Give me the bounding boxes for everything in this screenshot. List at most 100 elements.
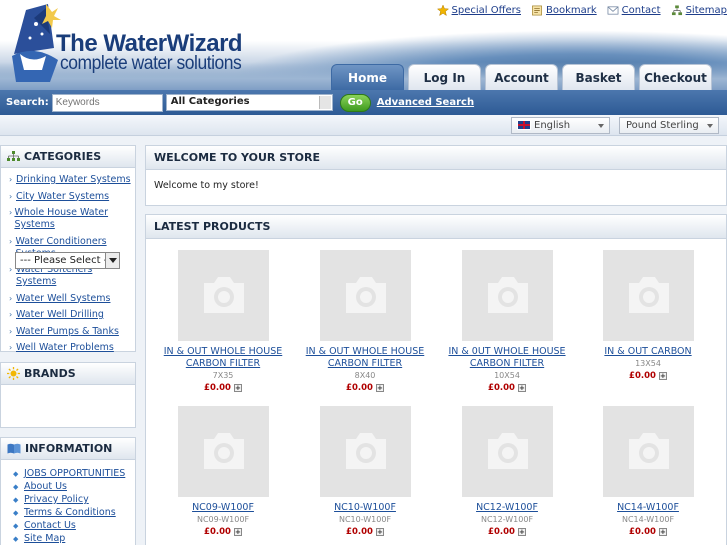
product-name-link[interactable]: NC12-W100F [437,502,577,514]
info-link-sitemap[interactable]: Site Map [24,533,65,544]
list-item: › Whole House Water Systems [9,207,109,231]
sitemap-link[interactable]: Sitemap [671,5,727,16]
chevron-down-icon [318,96,331,109]
brand-select[interactable]: --- Please Select --- [15,252,120,269]
category-link-well-systems[interactable]: Water Well Systems [16,293,110,305]
sitemap-icon [7,151,20,161]
product-image[interactable] [461,250,553,341]
tab-checkout[interactable]: Checkout [639,64,712,90]
envelope-icon [607,6,619,15]
bookmark-icon [532,5,542,16]
search-bar: Search: All Categories Go Advanced Searc… [0,90,727,115]
product-image[interactable] [602,406,694,497]
bullet-icon: › [9,236,13,246]
currency-select[interactable]: Pound Sterling [619,117,719,134]
welcome-header: WELCOME TO YOUR STORE [146,146,726,170]
go-button[interactable]: Go [339,93,371,112]
add-to-cart-icon[interactable]: + [233,384,242,392]
bullet-icon: › [9,343,13,352]
advanced-search-link[interactable]: Advanced Search [377,97,474,108]
tab-login[interactable]: Log In [408,64,481,90]
category-link-pumps-tanks[interactable]: Water Pumps & Tanks [16,326,119,338]
product-name-link[interactable]: IN & OUT WHOLE HOUSE CARBON FILTER [153,346,293,370]
welcome-text: Welcome to my store! [154,180,259,191]
top-links: Special Offers Bookmark Contact Sitemap [436,5,727,16]
product-card: NC14-W100F NC14-W100F £0.00 + [578,406,718,537]
brands-title: BRANDS [24,367,76,380]
info-link-terms[interactable]: Terms & Conditions [24,507,116,518]
product-name-link[interactable]: IN & OUT CARBON [578,346,718,358]
bookmark-link[interactable]: Bookmark [531,5,597,16]
sun-icon [7,367,20,380]
product-image[interactable] [602,250,694,341]
product-name-link[interactable]: NC09-W100F [153,502,293,514]
info-link-privacy[interactable]: Privacy Policy [24,494,89,505]
brands-header: BRANDS [1,363,135,385]
language-select[interactable]: English [511,117,610,134]
camera-placeholder-icon [203,277,244,313]
product-image[interactable] [177,406,269,497]
list-item: ◆ Contact Us [13,520,135,531]
product-name-link[interactable]: IN & OUT WHOLE HOUSE CARBON FILTER [295,346,435,370]
add-to-cart-icon[interactable]: + [233,528,242,536]
product-name-link[interactable]: NC14-W100F [578,502,718,514]
product-image[interactable] [319,406,411,497]
info-link-contact[interactable]: Contact Us [24,520,76,531]
category-select[interactable]: All Categories [165,94,333,111]
diamond-bullet-icon: ◆ [13,482,19,491]
contact-link[interactable]: Contact [607,5,661,16]
product-card: IN & 0UT WHOLE HOUSE CARBON FILTER 10X54… [437,250,577,393]
search-label: Search: [6,97,49,108]
list-item: › Water Well Systems [9,293,135,305]
product-model: 8X40 [354,371,376,380]
locale-bar: English Pound Sterling [0,115,727,136]
list-item: › Water Well Drilling [9,309,135,321]
info-link-jobs[interactable]: JOBS OPPORTUNITIES [24,468,125,479]
special-offers-label: Special Offers [451,5,521,16]
category-link-city-water[interactable]: City Water Systems [16,191,109,203]
category-link-well-drilling[interactable]: Water Well Drilling [16,309,104,321]
product-card: NC09-W100F NC09-W100F £0.00 + [153,406,293,537]
logo-subtitle: complete water solutions [60,53,242,74]
product-name-link[interactable]: NC10-W100F [295,502,435,514]
chevron-down-icon [105,253,119,268]
bullet-icon: › [9,208,13,217]
add-to-cart-icon[interactable]: + [375,528,384,536]
product-image[interactable] [461,406,553,497]
tab-basket[interactable]: Basket [562,64,635,90]
add-to-cart-icon[interactable]: + [375,384,384,392]
category-link-well-problems[interactable]: Well Water Problems [16,342,114,354]
product-price-row: £0.00 + [295,383,435,393]
product-price: £0.00 [488,527,515,537]
add-to-cart-icon[interactable]: + [517,528,526,536]
info-link-about[interactable]: About Us [24,481,67,492]
add-to-cart-icon[interactable]: + [658,372,667,380]
tab-account[interactable]: Account [485,64,558,90]
list-item: ◆ About Us [13,481,135,492]
search-input[interactable] [51,93,163,112]
category-link-drinking-water[interactable]: Drinking Water Systems [16,174,131,186]
product-name-link[interactable]: IN & 0UT WHOLE HOUSE CARBON FILTER [437,346,577,370]
add-to-cart-icon[interactable]: + [517,384,526,392]
special-offers-link[interactable]: Special Offers [436,5,521,16]
product-price: £0.00 [629,371,656,381]
product-image[interactable] [319,250,411,341]
categories-box: CATEGORIES › Drinking Water Systems › City… [0,145,136,354]
product-card: IN & OUT WHOLE HOUSE CARBON FILTER 7X35 … [153,250,293,393]
site-header: The WaterWizard complete water solutions… [0,0,727,90]
categories-title: CATEGORIES [24,150,102,163]
product-price: £0.00 [488,383,515,393]
camera-placeholder-icon [345,433,386,469]
latest-products-header: LATEST PRODUCTS [146,215,726,239]
category-link-whole-house[interactable]: Whole House Water Systems [14,207,109,231]
product-model: 13X54 [635,359,661,368]
sitemap-label: Sitemap [685,5,727,16]
add-to-cart-icon[interactable]: + [658,528,667,536]
product-price-row: £0.00 + [153,527,293,537]
product-image[interactable] [177,250,269,341]
tab-home[interactable]: Home [331,64,404,90]
information-title: INFORMATION [25,442,113,455]
diamond-bullet-icon: ◆ [13,521,19,530]
bullet-icon: › [9,175,13,184]
chevron-down-icon [598,124,604,128]
